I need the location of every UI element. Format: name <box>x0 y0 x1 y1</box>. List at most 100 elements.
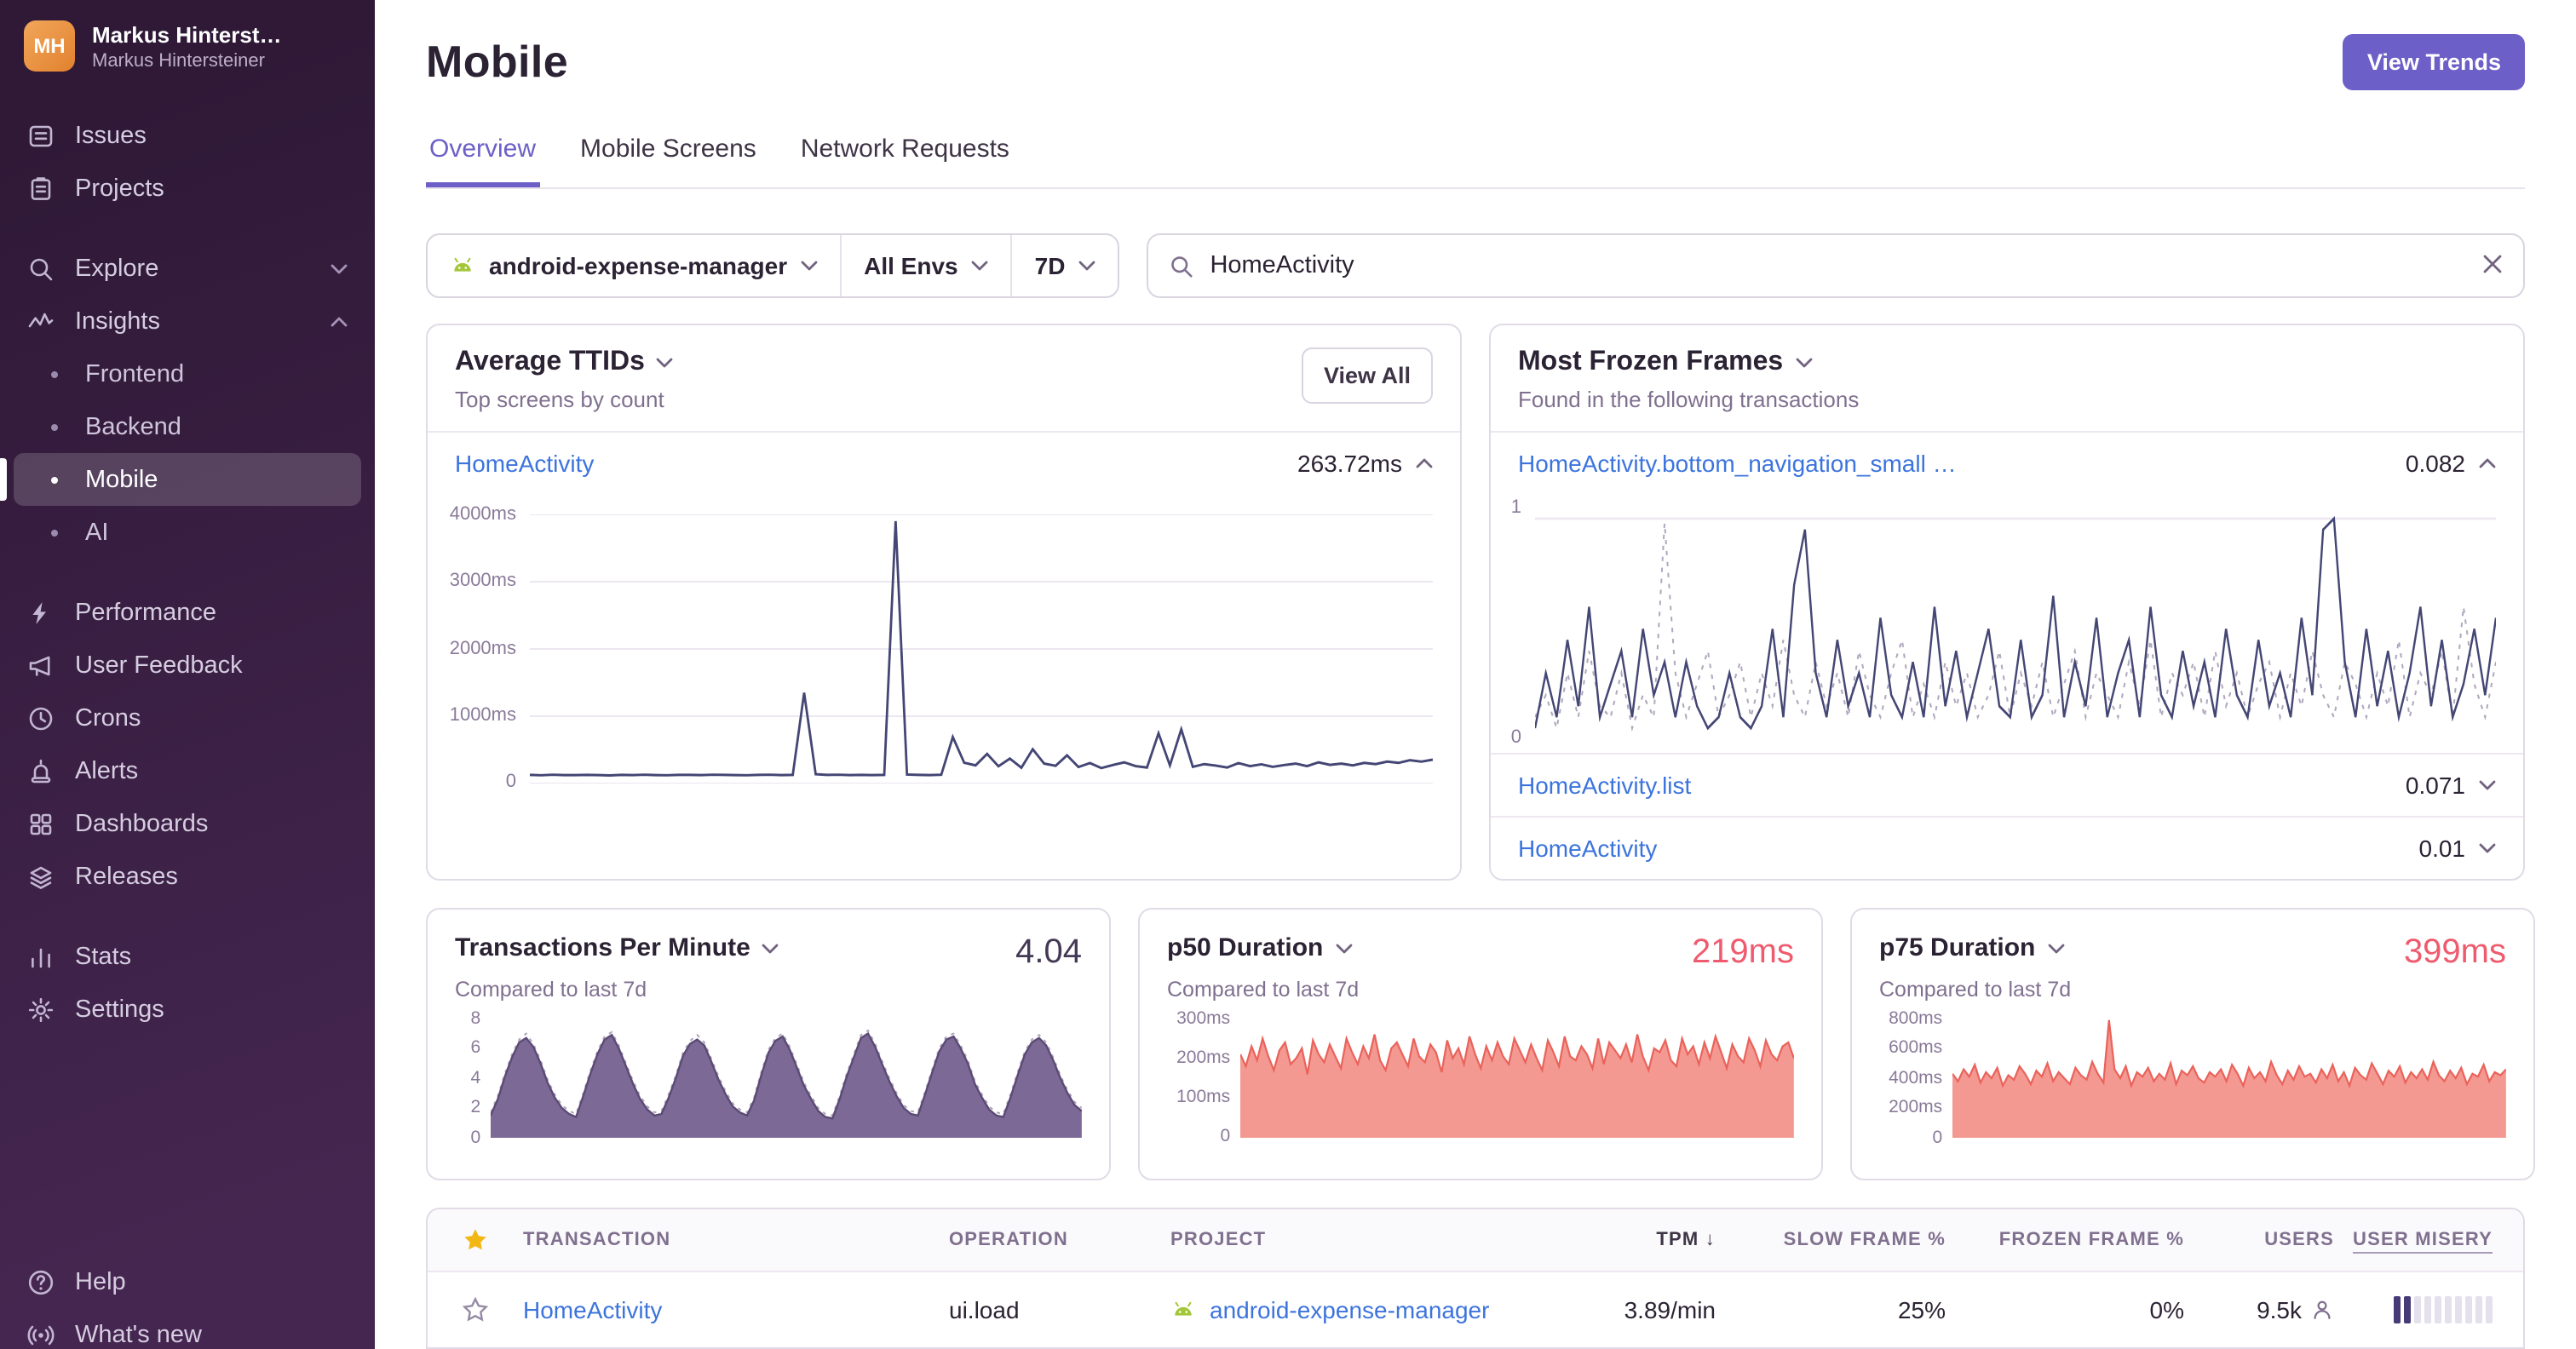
help-icon <box>27 1268 55 1295</box>
column-header-tpm[interactable]: TPM ↓ <box>1559 1230 1716 1250</box>
sidebar-bottom: Help What's new <box>0 1255 375 1349</box>
frozen-row-home[interactable]: HomeActivity 0.01 <box>1491 816 2523 879</box>
sidebar-item-dashboards[interactable]: Dashboards <box>0 797 375 850</box>
filter-bar: android-expense-manager All Envs 7D <box>426 233 2525 298</box>
frozen-frames-card: Most Frozen Frames Found in the followin… <box>1489 324 2525 881</box>
tpm-card: Transactions Per Minute 4.04 Compared to… <box>426 908 1111 1180</box>
grid-icon <box>27 810 55 837</box>
sidebar-item-label: Help <box>75 1268 126 1295</box>
frozen-rate-value: 0.01 <box>2418 835 2466 862</box>
table-row[interactable]: HomeActivity ui.load android-expense-man… <box>428 1271 2523 1347</box>
column-header-frozen-frame[interactable]: FROZEN FRAME % <box>1946 1230 2184 1250</box>
p75-title[interactable]: p75 Duration <box>1879 933 2064 962</box>
transaction-link[interactable]: HomeActivity <box>523 1296 662 1323</box>
megaphone-icon <box>27 652 55 679</box>
date-range-value: 7D <box>1034 252 1066 279</box>
tpm-title[interactable]: Transactions Per Minute <box>455 933 779 962</box>
column-header-project[interactable]: PROJECT <box>1170 1230 1559 1250</box>
view-all-button[interactable]: View All <box>1301 347 1433 404</box>
table-header-row: TRANSACTION OPERATION PROJECT TPM ↓ SLOW… <box>428 1209 2523 1271</box>
tpm-chart: 86420 <box>455 1010 1082 1145</box>
project-cell: android-expense-manager <box>1170 1296 1559 1323</box>
sidebar-item-help[interactable]: Help <box>0 1255 375 1308</box>
sidebar-item-explore[interactable]: Explore <box>0 242 375 295</box>
frozen-row-expanded[interactable]: HomeActivity.bottom_navigation_small … 0… <box>1491 431 2523 494</box>
issues-icon <box>27 122 55 149</box>
tab-overview[interactable]: Overview <box>426 135 540 187</box>
sidebar-item-label: Crons <box>75 704 141 732</box>
tab-mobile-screens[interactable]: Mobile Screens <box>577 135 760 187</box>
frozen-frames-title[interactable]: Most Frozen Frames <box>1518 347 1859 378</box>
sidebar-item-performance[interactable]: Performance <box>0 586 375 639</box>
chevron-down-icon <box>1078 261 1095 271</box>
clear-search-icon[interactable] <box>2482 253 2503 278</box>
sidebar-item-insights[interactable]: Insights <box>0 295 375 347</box>
sidebar-item-label: AI <box>85 519 109 546</box>
sidebar-item-label: Frontend <box>85 360 185 387</box>
environment-selector[interactable]: All Envs <box>840 235 1011 296</box>
sidebar-item-releases[interactable]: Releases <box>0 850 375 903</box>
sidebar-item-label: Alerts <box>75 757 139 784</box>
layers-icon <box>27 863 55 890</box>
frozen-frames-chart: 10 <box>1491 494 2523 753</box>
tpm-subtitle: Compared to last 7d <box>455 978 647 1002</box>
avg-ttids-title[interactable]: Average TTIDs <box>455 347 674 378</box>
org-switcher[interactable]: MH Markus Hinterst… Markus Hintersteiner <box>0 20 375 72</box>
column-header-operation[interactable]: OPERATION <box>949 1230 1170 1250</box>
bullet-icon <box>51 370 58 377</box>
sidebar-item-backend[interactable]: Backend <box>14 400 361 453</box>
tab-network-requests[interactable]: Network Requests <box>797 135 1013 187</box>
sidebar-item-label: User Feedback <box>75 652 243 679</box>
star-toggle-icon[interactable] <box>462 1296 489 1323</box>
frozen-row-list[interactable]: HomeActivity.list 0.071 <box>1491 753 2523 816</box>
search-input[interactable] <box>1210 252 2467 279</box>
android-icon <box>450 253 475 278</box>
sidebar-item-projects[interactable]: Projects <box>0 162 375 215</box>
ttid-transaction-row[interactable]: HomeActivity 263.72ms <box>428 431 1460 494</box>
p75-subtitle: Compared to last 7d <box>1879 978 2072 1002</box>
sidebar-item-whats-new[interactable]: What's new <box>0 1308 375 1349</box>
sidebar-item-settings[interactable]: Settings <box>0 983 375 1036</box>
project-link[interactable]: android-expense-manager <box>1210 1296 1489 1323</box>
star-filter-icon[interactable] <box>462 1226 489 1254</box>
project-selector[interactable]: android-expense-manager <box>428 235 840 296</box>
chevron-down-icon <box>1335 943 1352 953</box>
avg-ttids-subtitle: Top screens by count <box>455 387 664 412</box>
sidebar-item-user-feedback[interactable]: User Feedback <box>0 639 375 692</box>
view-trends-button[interactable]: View Trends <box>2343 34 2525 90</box>
android-icon <box>1170 1297 1196 1323</box>
insights-icon <box>27 307 55 335</box>
date-range-selector[interactable]: 7D <box>1010 235 1118 296</box>
sidebar-item-issues[interactable]: Issues <box>0 109 375 162</box>
ttid-value: 263.72ms <box>1297 450 1402 477</box>
sidebar-item-frontend[interactable]: Frontend <box>14 347 361 400</box>
column-header-user-misery[interactable]: USER MISERY <box>2334 1230 2523 1254</box>
column-header-users[interactable]: USERS <box>2184 1230 2334 1250</box>
chevron-down-icon <box>2479 843 2496 853</box>
p50-card: p50 Duration 219ms Compared to last 7d 3… <box>1138 908 1823 1180</box>
clock-icon <box>27 704 55 732</box>
transaction-link[interactable]: HomeActivity.bottom_navigation_small … <box>1518 450 1957 477</box>
p75-chart: 800ms 600ms 400ms 200ms 0 <box>1879 1010 2506 1145</box>
transaction-link[interactable]: HomeActivity.list <box>1518 772 1691 799</box>
page-filter-group: android-expense-manager All Envs 7D <box>426 233 1120 298</box>
sidebar-item-mobile[interactable]: Mobile <box>0 453 361 506</box>
transaction-link[interactable]: HomeActivity <box>455 450 594 477</box>
p75-area-chart <box>1952 1019 2506 1138</box>
ttid-y-axis: 4000ms 3000ms 2000ms 1000ms 0 <box>449 504 516 792</box>
column-header-transaction[interactable]: TRANSACTION <box>523 1230 949 1250</box>
transaction-link[interactable]: HomeActivity <box>1518 835 1657 862</box>
sidebar-item-label: Issues <box>75 122 147 149</box>
column-header-slow-frame[interactable]: SLOW FRAME % <box>1716 1230 1946 1250</box>
sidebar-item-label: Performance <box>75 599 217 626</box>
p75-y-axis: 800ms 600ms 400ms 200ms 0 <box>1889 1008 1943 1147</box>
sidebar-item-stats[interactable]: Stats <box>0 930 375 983</box>
search-box[interactable] <box>1147 233 2525 298</box>
p50-title[interactable]: p50 Duration <box>1167 933 1352 962</box>
sidebar-item-label: Dashboards <box>75 810 209 837</box>
sidebar-item-ai[interactable]: AI <box>14 506 361 559</box>
tpm-area-chart <box>491 1029 1082 1138</box>
users-cell: 9.5k <box>2184 1296 2334 1323</box>
sidebar-item-alerts[interactable]: Alerts <box>0 744 375 797</box>
sidebar-item-crons[interactable]: Crons <box>0 692 375 744</box>
